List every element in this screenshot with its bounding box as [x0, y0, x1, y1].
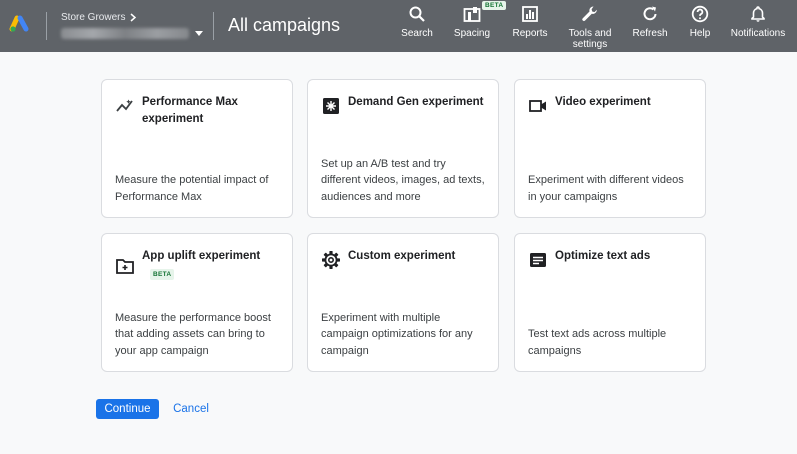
- performance-max-icon: [116, 99, 133, 112]
- tools-and-settings-label: Tools and settings: [568, 28, 612, 50]
- demand-gen-experiment-card[interactable]: Demand Gen experiment Set up an A/B test…: [307, 79, 499, 218]
- top-bar: Store Growers All campaigns Search Spaci…: [0, 0, 797, 52]
- refresh-icon: [643, 6, 657, 21]
- card-title: Performance Max experiment: [142, 96, 238, 125]
- custom-experiment-card[interactable]: Custom experiment Experiment with multip…: [307, 233, 499, 372]
- divider: [213, 12, 214, 40]
- page-title: All campaigns: [228, 15, 341, 35]
- divider: [46, 12, 47, 40]
- card-description: Set up an A/B test and try different vid…: [321, 157, 485, 203]
- refresh-label: Refresh: [632, 28, 668, 39]
- app-uplift-icon: [116, 259, 134, 274]
- card-description: Measure the performance boost that addin…: [115, 311, 271, 357]
- chevron-down-icon[interactable]: [195, 31, 203, 36]
- card-title: Custom experiment: [348, 250, 456, 262]
- reports-icon: [522, 6, 538, 22]
- help-label: Help: [689, 28, 711, 39]
- card-description: Experiment with multiple campaign optimi…: [321, 311, 473, 357]
- refresh-button[interactable]: Refresh: [630, 5, 670, 39]
- help-icon: [691, 5, 709, 23]
- text-ad-icon: [530, 253, 546, 267]
- continue-button[interactable]: Continue: [96, 399, 159, 419]
- search-label: Search: [401, 28, 433, 39]
- reports-label: Reports: [512, 28, 548, 39]
- reports-button[interactable]: Reports: [510, 5, 550, 39]
- card-title: Optimize text ads: [555, 250, 651, 262]
- beta-badge: BETA: [482, 1, 507, 10]
- gear-icon: [322, 251, 340, 269]
- bell-icon: [751, 6, 765, 22]
- account-selector[interactable]: Store Growers: [61, 12, 203, 39]
- wrench-icon: [582, 6, 597, 21]
- cancel-button[interactable]: Cancel: [166, 399, 216, 419]
- help-button[interactable]: Help: [686, 5, 714, 39]
- spacing-label: Spacing: [453, 28, 491, 39]
- spacing-icon: [463, 7, 481, 22]
- demand-gen-icon: [323, 98, 339, 114]
- card-description: Test text ads across multiple campaigns: [528, 328, 667, 357]
- card-description: Measure the potential impact of Performa…: [115, 174, 269, 203]
- card-title: Video experiment: [555, 96, 651, 108]
- performance-max-experiment-card[interactable]: Performance Max experiment Measure the p…: [101, 79, 293, 218]
- search-button[interactable]: Search: [399, 5, 435, 39]
- video-experiment-card[interactable]: Video experiment Experiment with differe…: [514, 79, 706, 218]
- beta-badge: BETA: [150, 269, 175, 280]
- video-camera-icon: [529, 100, 546, 112]
- app-uplift-experiment-card[interactable]: App uplift experiment BETA Measure the p…: [101, 233, 293, 372]
- optimize-text-ads-card[interactable]: Optimize text ads Test text ads across m…: [514, 233, 706, 372]
- search-icon: [409, 6, 425, 22]
- card-title: App uplift experiment: [142, 250, 261, 262]
- card-title: Demand Gen experiment: [348, 96, 484, 108]
- chevron-right-icon: [130, 13, 137, 22]
- spacing-button[interactable]: Spacing: [448, 5, 496, 39]
- notifications-button[interactable]: Notifications: [726, 5, 790, 39]
- account-id-redacted: [61, 28, 189, 39]
- tools-and-settings-button[interactable]: Tools and settings: [563, 5, 617, 50]
- card-description: Experiment with different videos in your…: [528, 174, 684, 203]
- google-ads-logo-icon[interactable]: [9, 14, 31, 34]
- account-name: Store Growers: [61, 12, 126, 23]
- notifications-label: Notifications: [730, 28, 786, 39]
